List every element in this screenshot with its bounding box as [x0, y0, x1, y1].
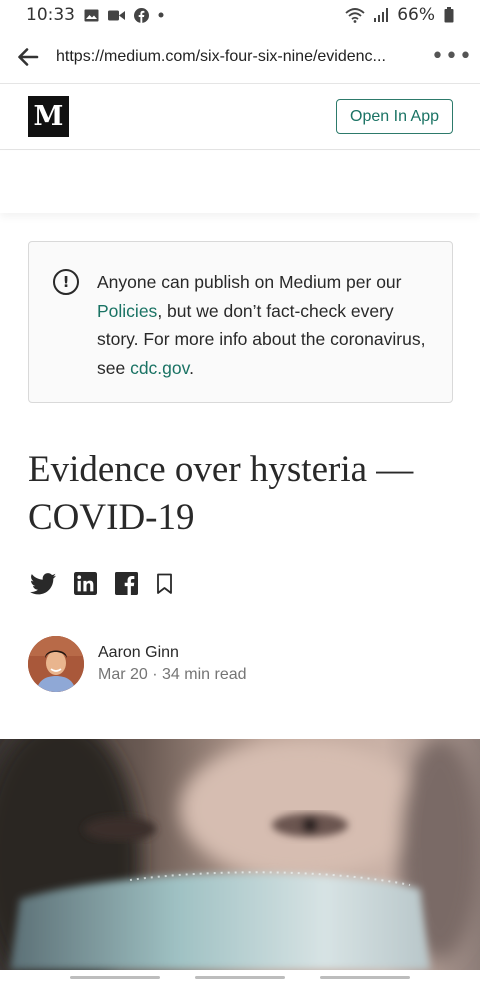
battery-icon: [444, 7, 454, 23]
medium-logo[interactable]: M: [28, 96, 69, 137]
hero-image: [0, 739, 480, 970]
notice-text-part: .: [189, 357, 194, 378]
clock: 10:33: [26, 5, 75, 25]
url-field[interactable]: https://medium.com/six-four-six-nine/evi…: [56, 48, 424, 66]
battery-percent: 66%: [397, 5, 435, 25]
linkedin-icon[interactable]: [74, 572, 97, 595]
signal-icon: [374, 8, 389, 22]
wifi-icon: [345, 7, 365, 23]
bookmark-icon[interactable]: [156, 573, 173, 595]
dot-icon: [158, 12, 164, 18]
date-readtime: Mar 20 · 34 min read: [98, 666, 247, 683]
fact-check-notice: ! Anyone can publish on Medium per our P…: [28, 241, 453, 403]
facebook-icon[interactable]: [115, 572, 138, 595]
nav-home-button[interactable]: [195, 976, 285, 979]
video-call-icon: [108, 10, 125, 21]
status-bar: 10:33 66%: [0, 0, 480, 30]
browser-url-bar: https://medium.com/six-four-six-nine/evi…: [0, 30, 480, 84]
cdc-link[interactable]: cdc.gov: [130, 358, 189, 378]
system-nav-bar: [0, 970, 480, 986]
gallery-icon: [84, 9, 99, 22]
exclamation-icon: !: [53, 269, 79, 295]
site-header: M Open In App: [0, 84, 480, 150]
open-in-app-button[interactable]: Open In App: [336, 99, 453, 134]
back-arrow-icon: [18, 47, 39, 66]
twitter-icon[interactable]: [30, 572, 56, 595]
author-name[interactable]: Aaron Ginn: [98, 644, 247, 662]
share-row: [30, 572, 173, 595]
avatar[interactable]: [28, 636, 84, 692]
header-shadow-band: [0, 151, 480, 213]
nav-back-button[interactable]: [320, 976, 410, 979]
notice-text: Anyone can publish on Medium per our Pol…: [97, 268, 430, 402]
policies-link[interactable]: Policies: [97, 301, 157, 321]
browser-menu-button[interactable]: •••: [424, 30, 480, 84]
more-options-icon: •••: [431, 44, 473, 69]
back-button[interactable]: [0, 30, 56, 84]
notice-text-part: Anyone can publish on Medium per our: [97, 272, 402, 292]
author-block: Aaron Ginn Mar 20 · 34 min read: [28, 636, 247, 692]
facebook-notification-icon: [134, 7, 149, 23]
article-title: Evidence over hysteria — COVID-19: [28, 449, 414, 538]
nav-recent-button[interactable]: [70, 976, 160, 979]
